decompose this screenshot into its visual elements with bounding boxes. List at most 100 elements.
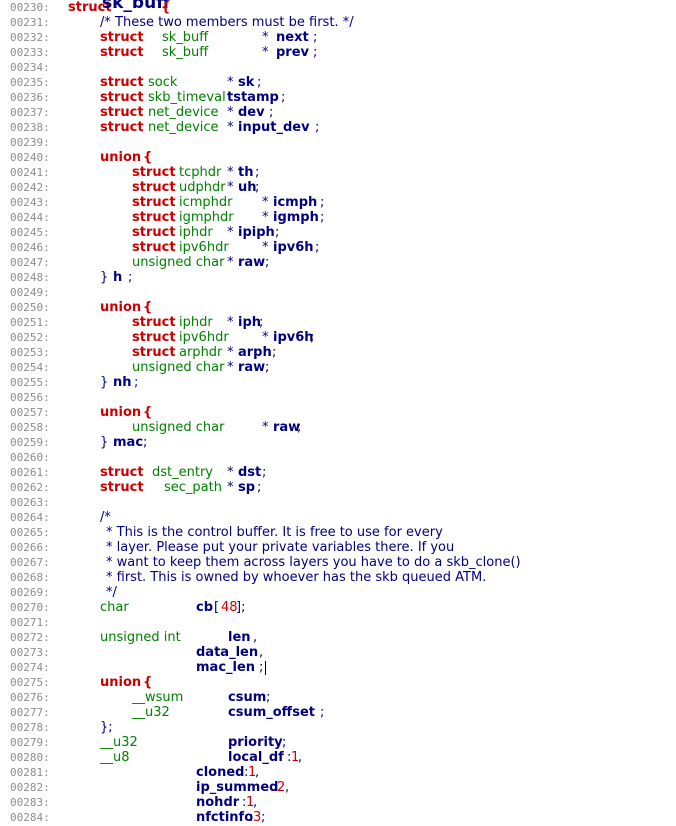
code-token: nfctinfo [196, 810, 254, 825]
line-number: 00271: [10, 616, 50, 629]
code-token: struct [132, 195, 176, 210]
line-number: 00248: [10, 271, 50, 284]
code-token: union [100, 675, 142, 690]
code-token: ; [257, 75, 262, 90]
line-number: 00244: [10, 211, 50, 224]
code-token: , [259, 645, 264, 660]
code-token: csum [228, 690, 267, 705]
code-token: cb [196, 600, 214, 615]
code-token: /* These two members must be first. */ [100, 15, 354, 30]
line-number: 00273: [10, 646, 50, 659]
code-token: data_len [196, 645, 259, 660]
line-number: 00268: [10, 571, 50, 584]
line-number: 00255: [10, 376, 50, 389]
code-token: skb_timeval [148, 90, 226, 105]
code-token: next [276, 30, 309, 45]
code-token: { [143, 150, 153, 165]
code-token: ; [313, 30, 318, 45]
code-token: * [262, 330, 269, 345]
code-token: { [143, 300, 153, 315]
code-token: , [253, 795, 258, 810]
code-token: tcphdr [179, 165, 222, 180]
code-token: union [100, 150, 142, 165]
code-token: ipv6h [273, 240, 314, 255]
code-token: * This is the control buffer. It is free… [106, 525, 443, 540]
line-number: 00249: [10, 286, 50, 299]
code-token: sock [148, 75, 178, 90]
code-token: struct [100, 105, 144, 120]
code-token: struct [100, 30, 144, 45]
code-token: __u8 [100, 750, 130, 765]
line-number: 00259: [10, 436, 50, 449]
line-number: 00235: [10, 76, 50, 89]
code-token: ipv6hdr [179, 330, 229, 345]
line-number: 00238: [10, 121, 50, 134]
code-token: ipiph [238, 225, 275, 240]
code-token: ; [134, 375, 139, 390]
code-token: [ [214, 600, 220, 615]
code-token: { [161, 0, 171, 15]
code-token: struct [132, 165, 176, 180]
code-token: * [262, 30, 269, 45]
line-number: 00270: [10, 601, 50, 614]
line-number: 00282: [10, 781, 50, 794]
line-number: 00253: [10, 346, 50, 359]
line-number: 00267: [10, 556, 50, 569]
code-token: nh [113, 375, 132, 390]
code-token: __u32 [132, 705, 170, 720]
code-token: */ [106, 585, 117, 600]
code-token: sk [238, 75, 255, 90]
line-number: 00251: [10, 316, 50, 329]
code-token: ; [313, 45, 318, 60]
line-number: 00266: [10, 541, 50, 554]
code-token: ; [269, 105, 274, 120]
code-token: raw [238, 360, 266, 375]
code-token: * [262, 240, 269, 255]
code-token: ; [143, 435, 148, 450]
code-token: struct [132, 330, 176, 345]
code-token: * [227, 255, 234, 270]
code-token: igmphdr [179, 210, 234, 225]
code-token: , [255, 765, 260, 780]
code-token: struct [100, 90, 144, 105]
line-number: 00254: [10, 361, 50, 374]
code-token: struct [132, 180, 176, 195]
line-number: 00233: [10, 46, 50, 59]
code-token: } [100, 435, 109, 450]
line-number: 00237: [10, 106, 50, 119]
code-token: struct [100, 120, 144, 135]
code-token: unsigned char [132, 420, 225, 435]
code-token: uh [238, 180, 257, 195]
line-number: 00279: [10, 736, 50, 749]
line-number: 00272: [10, 631, 50, 644]
code-token: , [253, 630, 258, 645]
line-number: 00275: [10, 676, 50, 689]
code-token: ipv6hdr [179, 240, 229, 255]
code-token: struct [100, 45, 144, 60]
code-token: struct [132, 225, 176, 240]
code-token: /* [100, 510, 111, 525]
line-number: 00264: [10, 511, 50, 524]
code-token: struct [132, 345, 176, 360]
line-number: 00247: [10, 256, 50, 269]
code-token: , [285, 780, 290, 795]
line-number: 00269: [10, 586, 50, 599]
line-number: 00265: [10, 526, 50, 539]
code-token: { [143, 675, 153, 690]
code-token: dst_entry [152, 465, 213, 480]
line-number: 00261: [10, 466, 50, 479]
code-token: * [227, 120, 234, 135]
code-token: ; [310, 330, 315, 345]
code-token: icmph [273, 195, 318, 210]
line-number: 00280: [10, 751, 50, 764]
code-token: sp [238, 480, 256, 495]
code-token: ; [261, 810, 266, 825]
code-token: * [227, 465, 234, 480]
line-number: 00245: [10, 226, 50, 239]
code-token: mac [113, 435, 144, 450]
code-token: ; [259, 660, 264, 675]
code-token: } [100, 270, 109, 285]
code-token: * layer. Please put your private variabl… [106, 540, 455, 555]
line-number: 00242: [10, 181, 50, 194]
code-token: arph [238, 345, 272, 360]
